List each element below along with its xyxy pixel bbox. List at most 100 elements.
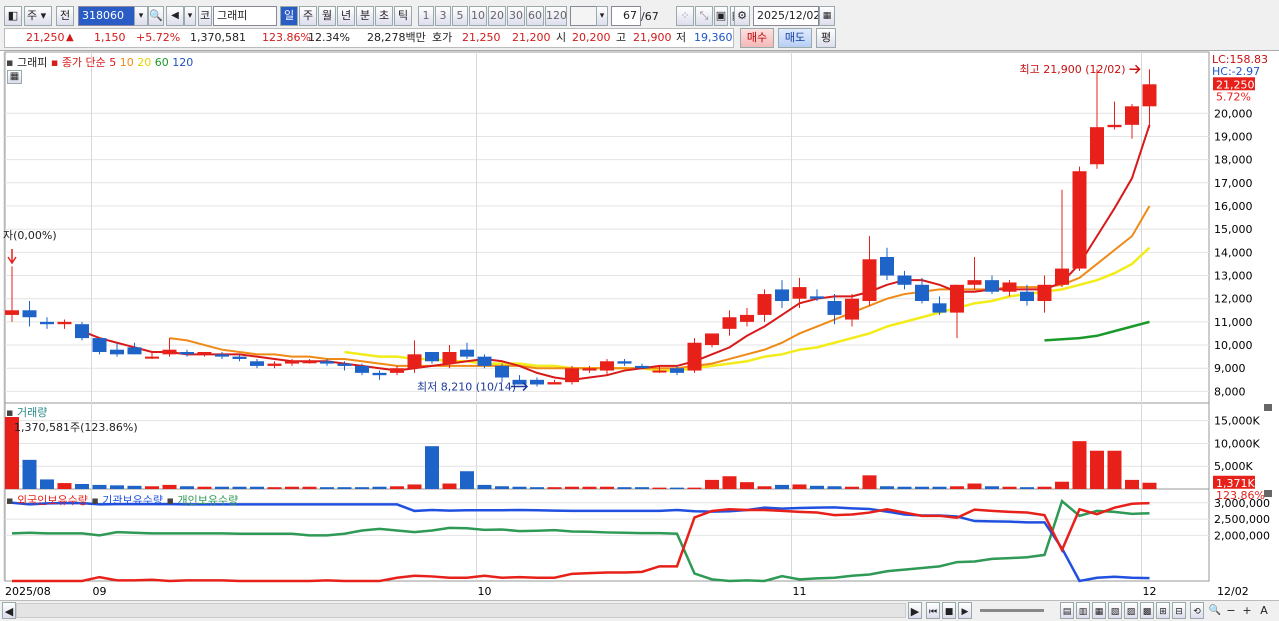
volume-bar: [477, 484, 492, 489]
candle-body: [460, 349, 474, 357]
zoom-icon[interactable]: 🔍: [1208, 602, 1222, 619]
interval-button[interactable]: 20: [488, 6, 506, 26]
volume-rate-label: 123.86%: [1216, 489, 1265, 502]
candle-body: [967, 280, 982, 285]
jeon-button[interactable]: 전: [56, 6, 74, 26]
volume-bar: [950, 486, 964, 489]
candle-body: [372, 372, 387, 376]
scroll-left-icon[interactable]: ◀: [2, 602, 16, 619]
foreign-holdings-line: [12, 501, 1150, 583]
layout-icon-7[interactable]: ⊞: [1156, 602, 1170, 619]
interval-button[interactable]: 5: [452, 6, 468, 26]
zoom-out-icon[interactable]: −: [1224, 602, 1238, 619]
volume-ratio: 123.86%: [262, 31, 311, 44]
candle-body: [652, 370, 667, 373]
layout-icon-2[interactable]: ▥: [1076, 602, 1090, 619]
code-dropdown-icon[interactable]: ▾: [134, 6, 148, 26]
jong-select[interactable]: 주 ▾: [24, 6, 52, 26]
date-input[interactable]: 2025/12/02: [753, 6, 819, 26]
layout-icon-1[interactable]: ▤: [1060, 602, 1074, 619]
interval-dropdown-icon[interactable]: ▾: [596, 6, 608, 26]
first-arrow-icon: [7, 249, 17, 265]
stock-chart[interactable]: 8,000 9,000 10,000 11,000 12,000 13,000 14,000…: [0, 51, 1279, 601]
period-button[interactable]: 주: [299, 6, 317, 26]
font-size-icon[interactable]: A: [1256, 602, 1272, 619]
horizontal-scrollbar[interactable]: [16, 603, 906, 618]
rewind-icon[interactable]: ⏮: [926, 602, 940, 619]
individual-holdings-line: [11, 499, 1150, 583]
period-button[interactable]: 분: [356, 6, 374, 26]
speaker-icon[interactable]: ◀: [166, 6, 184, 26]
zoom-slider[interactable]: [980, 609, 1044, 612]
layout-icon-5[interactable]: ▨: [1124, 602, 1138, 619]
candle-body: [355, 365, 369, 373]
volume-bar: [390, 486, 404, 489]
calendar-icon[interactable]: ▦: [819, 6, 835, 26]
calculator-icon[interactable]: ▦: [7, 70, 22, 84]
candle-body: [320, 361, 334, 364]
volume-panel-close-icon: [1264, 404, 1272, 411]
hoga-label: 호가: [432, 31, 453, 44]
volume-bar: [302, 486, 317, 489]
candle-body: [180, 352, 194, 355]
candle-body: [932, 303, 947, 313]
interval-button[interactable]: 3: [435, 6, 451, 26]
period-button[interactable]: 초: [375, 6, 393, 26]
period-button[interactable]: 일: [280, 6, 298, 26]
stop-icon[interactable]: ■: [942, 602, 956, 619]
candle-body: [845, 298, 859, 320]
grid-icon[interactable]: ⁘: [676, 6, 694, 26]
play-icon[interactable]: ▶: [958, 602, 972, 619]
volume-bar: [670, 487, 684, 489]
volume-bar: [285, 486, 299, 489]
candle-body: [897, 275, 912, 285]
candle-body: [722, 317, 737, 329]
price-tick-label: 10,000: [1214, 339, 1253, 352]
price-tick-label: 17,000: [1214, 177, 1253, 190]
refresh-icon[interactable]: ⟲: [1190, 602, 1204, 619]
chart-window-icon[interactable]: ◧: [4, 6, 22, 26]
candle-body: [530, 379, 544, 385]
gear-icon[interactable]: ⚙: [734, 6, 750, 26]
save-icon[interactable]: ▣: [714, 6, 728, 26]
eval-button[interactable]: 평: [816, 28, 836, 48]
layout-icon-3[interactable]: ▦: [1092, 602, 1106, 619]
candle-body: [915, 284, 929, 302]
layout-icon-4[interactable]: ▧: [1108, 602, 1122, 619]
x-axis-right-label: 12/02: [1217, 585, 1249, 598]
candle-body: [985, 280, 999, 292]
interval-button[interactable]: 120: [545, 6, 567, 26]
holdings-tick-label: 2,500,000: [1214, 513, 1270, 526]
period-button[interactable]: 틱: [394, 6, 412, 26]
speaker-dropdown-icon[interactable]: ▾: [184, 6, 196, 26]
count-input[interactable]: 67: [611, 6, 641, 26]
period-button[interactable]: 월: [318, 6, 336, 26]
institution-holdings-line: [11, 501, 1150, 583]
candle-body: [215, 354, 229, 357]
layout-icon-6[interactable]: ▩: [1140, 602, 1154, 619]
volume-bar: [967, 483, 982, 489]
interval-button[interactable]: 60: [526, 6, 544, 26]
crosshair-icon[interactable]: ⤡: [695, 6, 713, 26]
stock-code-input[interactable]: 318060: [78, 6, 136, 26]
search-icon[interactable]: 🔍: [148, 6, 164, 26]
layout-icon-8[interactable]: ⊟: [1172, 602, 1186, 619]
period-button[interactable]: 년: [337, 6, 355, 26]
stock-name-field[interactable]: 그래피: [213, 6, 277, 26]
x-axis-label: 10: [478, 585, 492, 598]
chart-area[interactable]: 8,000 9,000 10,000 11,000 12,000 13,000 14,000…: [0, 50, 1279, 600]
buy-button[interactable]: 매수: [740, 28, 774, 48]
zoom-in-icon[interactable]: +: [1240, 602, 1254, 619]
interval-button[interactable]: 1: [418, 6, 434, 26]
candle-body: [302, 361, 317, 364]
interval-button[interactable]: 30: [507, 6, 525, 26]
count-total: /67: [641, 10, 659, 23]
sell-button[interactable]: 매도: [778, 28, 812, 48]
legend-stock-name: 그래피: [16, 56, 48, 69]
scroll-right-icon[interactable]: ▶: [908, 602, 922, 619]
interval-button[interactable]: 10: [469, 6, 487, 26]
candle-body: [670, 368, 684, 373]
candle-body: [635, 365, 649, 369]
candle-body: [792, 287, 807, 299]
candle-body: [232, 356, 247, 359]
